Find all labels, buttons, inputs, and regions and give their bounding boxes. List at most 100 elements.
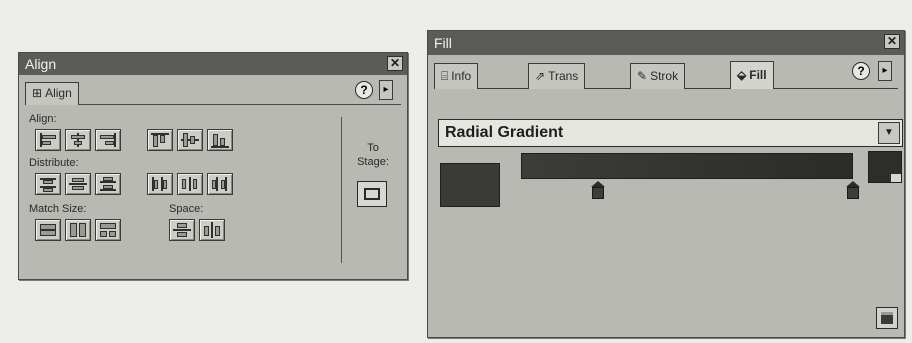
- fill-close-button[interactable]: ✕: [884, 34, 900, 49]
- align-bottom-bar-icon: [220, 138, 225, 146]
- tab-fill-label: Fill: [749, 68, 767, 82]
- align-right-edge-icon: [114, 133, 116, 147]
- gradient-pointer-left[interactable]: [591, 181, 605, 199]
- align-vertical-center-button[interactable]: [177, 129, 203, 151]
- fill-help-button[interactable]: ?: [852, 62, 870, 80]
- pointer-color-swatch[interactable]: [868, 151, 902, 183]
- swatch-corner-icon: [891, 174, 901, 182]
- distribute-bottom-icon: [100, 189, 116, 191]
- arrow-right-icon: ▸: [383, 84, 389, 95]
- match-size-section-label: Match Size:: [29, 203, 87, 215]
- align-right-bar-icon: [100, 135, 114, 139]
- align-help-button[interactable]: ?: [355, 81, 373, 99]
- gradient-preview-swatch: [440, 163, 500, 207]
- align-right-button[interactable]: [95, 129, 121, 151]
- align-top-button[interactable]: [147, 129, 173, 151]
- tab-stroke-label: Strok: [650, 69, 679, 83]
- tab-transform[interactable]: ⇗ Trans: [528, 63, 586, 89]
- align-panel-menu-button[interactable]: ▸: [379, 80, 393, 100]
- align-hcenter-bar-icon: [71, 135, 85, 139]
- align-hcenter-bar-icon: [74, 141, 82, 145]
- distribute-bar-icon: [193, 179, 197, 189]
- space-horizontal-button[interactable]: [199, 219, 225, 241]
- tab-align[interactable]: ⊞ Align: [25, 82, 79, 105]
- distribute-bar-icon: [163, 180, 167, 189]
- to-stage-label: To Stage:: [357, 142, 389, 168]
- align-section-label: Align:: [29, 113, 57, 125]
- distribute-right-icon: [216, 177, 218, 191]
- align-bottom-bar-icon: [213, 134, 218, 146]
- fill-panel: Fill ✕ ⌸ Info ⇗ Trans ✎ Strok ⬙ Fill ? ▸ Rad…: [427, 30, 905, 338]
- align-bottom-button[interactable]: [207, 129, 233, 151]
- distribute-right-button[interactable]: [207, 173, 233, 195]
- save-icon: [881, 312, 893, 324]
- distribute-right-icon: [225, 177, 227, 191]
- align-panel: Align ✕ ⊞ Align ? ▸ Align: Distribute: M…: [18, 52, 408, 280]
- match-width-height-button[interactable]: [95, 219, 121, 241]
- space-horizontal-icon: [215, 226, 220, 236]
- distribute-left-button[interactable]: [147, 173, 173, 195]
- transform-icon: ⇗: [535, 69, 546, 83]
- distribute-bar-icon: [43, 188, 53, 192]
- to-stage-icon: [364, 188, 380, 200]
- tab-info-label: Info: [451, 69, 472, 83]
- space-vertical-button[interactable]: [169, 219, 195, 241]
- save-gradient-button[interactable]: [876, 307, 898, 329]
- close-icon: ✕: [886, 34, 898, 48]
- tab-align-label: Align: [45, 86, 72, 100]
- align-tab-icon: ⊞: [32, 86, 43, 100]
- fill-panel-title: Fill: [434, 35, 452, 51]
- fill-panel-menu-button[interactable]: ▸: [878, 61, 892, 81]
- space-line-icon: [211, 222, 213, 238]
- match-height-icon: [70, 223, 77, 237]
- distribute-bottom-icon: [100, 181, 116, 183]
- align-left-button[interactable]: [35, 129, 61, 151]
- align-right-bar-icon: [105, 141, 114, 145]
- fill-type-value: Radial Gradient: [445, 124, 564, 141]
- match-height-button[interactable]: [65, 219, 91, 241]
- tab-transform-label: Trans: [548, 69, 579, 83]
- align-horizontal-center-button[interactable]: [65, 129, 91, 151]
- gradient-pointer-right[interactable]: [846, 181, 860, 199]
- space-vertical-icon: [177, 232, 187, 237]
- align-bottom-edge-icon: [211, 146, 229, 148]
- match-both-icon: [100, 231, 107, 237]
- pointer-body-icon: [592, 187, 604, 199]
- space-vertical-icon: [177, 223, 187, 228]
- align-top-bar-icon: [160, 135, 165, 143]
- align-panel-titlebar[interactable]: Align ✕: [19, 53, 407, 75]
- distribute-bar-icon: [154, 180, 158, 189]
- distribute-bottom-button[interactable]: [95, 173, 121, 195]
- distribute-bar-icon: [182, 179, 186, 189]
- fill-type-dropdown[interactable]: Radial Gradient ▼: [438, 119, 903, 147]
- align-left-bar-icon: [42, 135, 56, 139]
- to-stage-divider: [341, 117, 342, 263]
- chevron-down-icon[interactable]: ▼: [878, 122, 900, 144]
- match-width-button[interactable]: [35, 219, 61, 241]
- match-both-icon: [109, 231, 116, 237]
- fill-tabstrip: ⌸ Info ⇗ Trans ✎ Strok ⬙ Fill ? ▸: [434, 59, 898, 89]
- align-close-button[interactable]: ✕: [387, 56, 403, 71]
- space-section-label: Space:: [169, 203, 204, 215]
- align-top-bar-icon: [153, 135, 158, 147]
- to-stage-button[interactable]: [357, 181, 387, 207]
- tab-fill[interactable]: ⬙ Fill: [730, 61, 774, 89]
- fill-panel-titlebar[interactable]: Fill ✕: [428, 31, 904, 55]
- distribute-bar-icon: [43, 180, 53, 184]
- arrow-right-icon: ▸: [882, 65, 888, 76]
- match-width-line-icon: [40, 229, 56, 231]
- tab-info[interactable]: ⌸ Info: [434, 63, 479, 89]
- distribute-top-button[interactable]: [35, 173, 61, 195]
- tab-stroke[interactable]: ✎ Strok: [630, 63, 686, 89]
- align-vcenter-bar-icon: [183, 133, 188, 147]
- distribute-horizontal-center-button[interactable]: [177, 173, 203, 195]
- close-icon: ✕: [389, 56, 401, 70]
- pencil-icon: ✎: [637, 69, 648, 83]
- match-height-icon: [79, 223, 86, 237]
- distribute-vertical-center-button[interactable]: [65, 173, 91, 195]
- align-left-bar-icon: [42, 141, 51, 145]
- gradient-bar[interactable]: [521, 153, 853, 179]
- distribute-hcenter-icon: [189, 177, 191, 191]
- help-icon: ?: [857, 64, 865, 78]
- align-vcenter-bar-icon: [190, 136, 195, 144]
